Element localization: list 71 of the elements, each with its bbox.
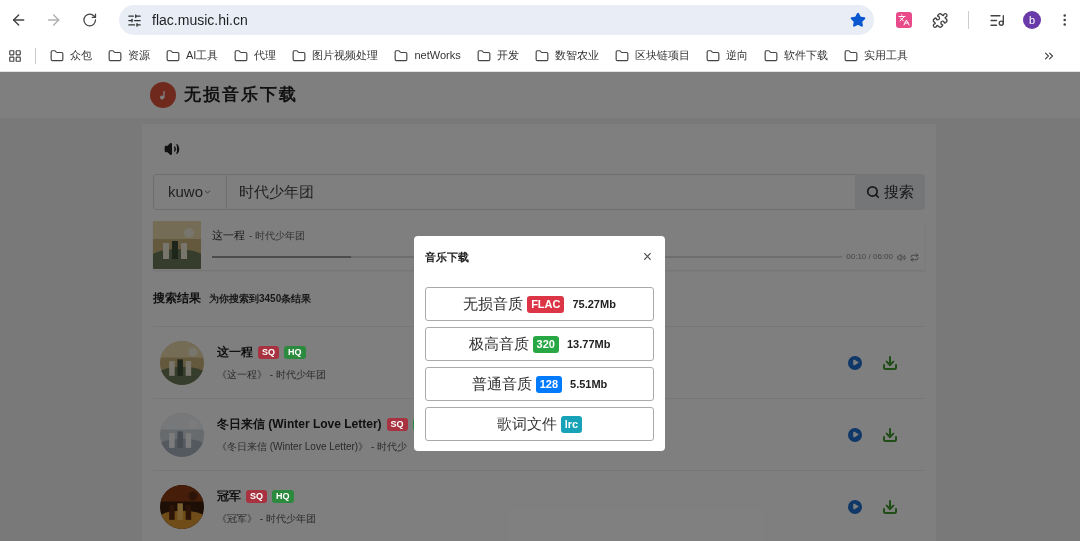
- download-icon[interactable]: [882, 498, 898, 515]
- bookmark-folder[interactable]: 软件下载: [755, 47, 836, 64]
- speaker-icon[interactable]: [164, 141, 180, 157]
- quality-badge: FLAC: [527, 295, 565, 313]
- bookmark-star-icon[interactable]: [850, 12, 867, 28]
- song-title: 这一程: [217, 344, 253, 361]
- folder-icon: [763, 48, 778, 63]
- quality-badge: SQ: [246, 489, 267, 503]
- search-button[interactable]: 搜索: [855, 174, 925, 210]
- search-field[interactable]: 时代少年团: [227, 174, 855, 210]
- bookmark-folder[interactable]: 逆向: [697, 47, 756, 64]
- quality-badge: HQ: [284, 345, 306, 359]
- quality-badge: 128: [535, 375, 563, 393]
- source-select[interactable]: kuwo: [153, 174, 227, 210]
- address-bar[interactable]: flac.music.hi.cn: [119, 5, 875, 35]
- results-count: 为你搜索到3450条结果: [209, 291, 312, 306]
- apps-icon[interactable]: [8, 48, 22, 63]
- track-title: 这一程: [212, 227, 245, 243]
- download-option-button[interactable]: 极高音质 320 13.77Mb: [425, 327, 654, 361]
- bookmark-folder[interactable]: 实用工具: [835, 47, 916, 64]
- logo-icon: [150, 82, 176, 108]
- extensions-icon[interactable]: [931, 11, 948, 29]
- site-settings-icon[interactable]: [127, 12, 143, 28]
- close-button[interactable]: ×: [642, 245, 654, 269]
- quality-badge: HQ: [272, 489, 294, 503]
- dialog-title: 音乐下载: [425, 249, 469, 265]
- bookmark-folder[interactable]: 资源: [100, 47, 158, 64]
- download-icon[interactable]: [882, 354, 898, 371]
- folder-icon: [476, 48, 491, 63]
- folder-icon: [705, 48, 720, 63]
- song-subtitle: 《冬日来信 (Winter Love Letter)》 - 时代少: [217, 440, 409, 454]
- search-icon: [866, 185, 880, 199]
- folder-icon: [234, 48, 249, 63]
- quality-badge: lrc: [560, 415, 583, 433]
- bookmark-folder[interactable]: 图片视频处理: [284, 47, 387, 64]
- bookmark-folder[interactable]: 代理: [226, 47, 285, 64]
- bookmark-folder[interactable]: 开发: [468, 47, 527, 64]
- download-icon[interactable]: [882, 426, 898, 443]
- quality-badge: SQ: [386, 417, 408, 431]
- results-title: 搜索结果: [153, 290, 201, 307]
- song-title: 冠军: [217, 488, 241, 505]
- download-option-button[interactable]: 无损音质 FLAC 75.27Mb: [425, 287, 654, 321]
- url-text: flac.music.hi.cn: [152, 10, 248, 30]
- bookmark-folder[interactable]: 区块链项目: [606, 47, 698, 64]
- song-row[interactable]: 冠军 SQ HQ 《冠军》 - 时代少年团: [153, 470, 925, 541]
- bookmark-folder[interactable]: netWorks: [386, 47, 469, 64]
- site-title: 无损音乐下载: [184, 84, 298, 107]
- folder-icon: [614, 48, 629, 63]
- translate-icon[interactable]: [896, 12, 912, 28]
- download-option-button[interactable]: 歌词文件 lrc: [425, 407, 654, 441]
- track-artist: - 时代少年团: [249, 228, 306, 243]
- song-title: 冬日来信 (Winter Love Letter): [217, 416, 382, 433]
- play-icon[interactable]: [848, 427, 862, 442]
- folder-icon: [292, 48, 307, 63]
- bookmark-folder[interactable]: AI工具: [158, 47, 227, 64]
- quality-badge: SQ: [258, 345, 279, 359]
- play-icon[interactable]: [848, 499, 862, 514]
- folder-icon: [534, 48, 549, 63]
- bookmark-folder[interactable]: 数智农业: [526, 47, 607, 64]
- folder-icon: [108, 48, 122, 63]
- folder-icon: [50, 48, 64, 63]
- quality-badge: 320: [532, 335, 559, 353]
- folder-icon: [166, 48, 180, 63]
- folder-icon: [394, 48, 409, 63]
- bookmark-folder[interactable]: 众包: [42, 47, 100, 64]
- profile-avatar[interactable]: b: [1023, 11, 1041, 29]
- song-subtitle: 《冠军》 - 时代少年团: [217, 512, 317, 526]
- folder-icon: [843, 48, 858, 63]
- reload-icon[interactable]: [81, 12, 98, 28]
- download-option-button[interactable]: 普通音质 128 5.51Mb: [425, 367, 654, 401]
- play-icon[interactable]: [848, 355, 862, 370]
